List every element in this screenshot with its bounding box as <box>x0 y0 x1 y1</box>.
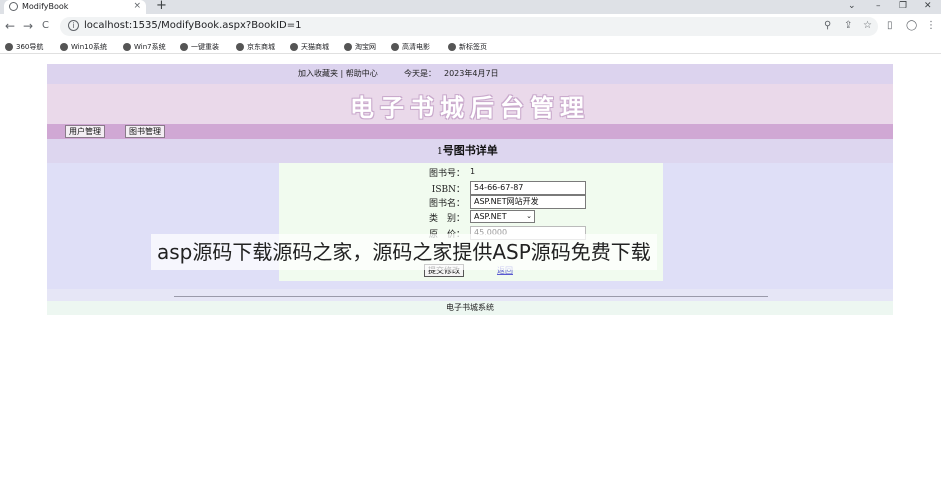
bookmark-icon <box>290 43 298 51</box>
bookmark-icon <box>344 43 352 51</box>
profile-icon[interactable]: ◯ <box>906 20 917 31</box>
form-title: 1号图书详单 <box>437 144 498 157</box>
tab-close-icon[interactable]: × <box>133 0 141 13</box>
form-title-bar: 1号图书详单 <box>47 139 893 163</box>
globe-icon <box>9 2 18 11</box>
bookmark-icon <box>448 43 456 51</box>
bookmark-item[interactable]: Win7系统 <box>123 40 166 54</box>
bookmark-item[interactable]: 新标签页 <box>448 40 487 54</box>
address-bar[interactable]: i localhost:1535/ModifyBook.aspx?BookID=… <box>60 17 878 36</box>
today-label: 今天是： <box>404 69 436 78</box>
bookmark-icon <box>60 43 68 51</box>
banner: 电子书城后台管理 <box>47 84 893 124</box>
star-icon[interactable]: ☆ <box>863 20 872 31</box>
maximize-button[interactable]: ❐ <box>899 0 907 13</box>
book-management-button[interactable]: 图书管理 <box>125 125 165 138</box>
book-id-value: 1 <box>470 167 476 176</box>
close-window-button[interactable]: ✕ <box>924 0 932 13</box>
forward-button[interactable]: → <box>23 19 33 33</box>
top-nav: 加入收藏夹 | 帮助中心 今天是： 2023年4月7日 <box>47 64 893 84</box>
tab-title: ModifyBook <box>22 2 69 11</box>
bookmark-item[interactable]: 天猫商城 <box>290 40 329 54</box>
category-select[interactable]: ASP.NET ⌄ <box>470 210 535 223</box>
bookmarks-bar: 360导航 Win10系统 Win7系统 一键重装 京东商城 天猫商城 淘宝网 … <box>0 40 941 54</box>
current-date: 2023年4月7日 <box>444 69 499 78</box>
bookmark-item[interactable]: 360导航 <box>5 40 43 54</box>
menu-bar: 用户管理 图书管理 <box>47 124 893 139</box>
bookmark-item[interactable]: Win10系统 <box>60 40 107 54</box>
bookmark-item[interactable]: 一键重装 <box>180 40 219 54</box>
bookmark-item[interactable]: 淘宝网 <box>344 40 376 54</box>
tab-bar: ModifyBook × + ⌄ – ❐ ✕ <box>0 0 941 14</box>
footer-band <box>47 289 893 301</box>
sidebar-icon[interactable]: ▯ <box>887 20 893 31</box>
book-name-label: 图书名： <box>428 199 465 209</box>
footer: 电子书城系统 <box>47 301 893 315</box>
bookmark-icon <box>5 43 13 51</box>
bookmark-icon <box>391 43 399 51</box>
bookmark-icon <box>236 43 244 51</box>
info-icon[interactable]: i <box>68 20 79 31</box>
banner-title: 电子书城后台管理 <box>350 93 590 122</box>
isbn-label: ISBN： <box>431 185 465 195</box>
url-text[interactable]: localhost:1535/ModifyBook.aspx?BookID=1 <box>84 20 301 31</box>
watermark-caption: asp源码下载源码之家，源码之家提供ASP源码免费下载 <box>151 234 657 270</box>
page-content: 加入收藏夹 | 帮助中心 今天是： 2023年4月7日 电子书城后台管理 用户管… <box>47 64 893 319</box>
back-button[interactable]: ← <box>5 19 15 33</box>
browser-toolbar: ← → C i localhost:1535/ModifyBook.aspx?B… <box>0 14 941 40</box>
share-icon[interactable]: ⇪ <box>844 20 852 31</box>
footer-divider <box>174 296 768 297</box>
bookmark-icon <box>123 43 131 51</box>
isbn-input[interactable]: 54-66-67-87 <box>470 181 586 195</box>
minimize-button[interactable]: – <box>876 0 881 13</box>
content-area: 图书号： 1 ISBN： 54-66-67-87 图书名： ASP.NET网站开… <box>47 163 893 289</box>
browser-tab[interactable]: ModifyBook × <box>4 0 146 14</box>
bookmark-icon <box>180 43 188 51</box>
book-id-label: 图书号： <box>428 169 465 179</box>
tab-search-icon[interactable]: ⌄ <box>848 0 856 13</box>
new-tab-button[interactable]: + <box>156 0 167 13</box>
bookmark-item[interactable]: 高清电影 <box>391 40 430 54</box>
zoom-icon[interactable]: ⚲ <box>824 20 831 31</box>
reload-button[interactable]: C <box>42 20 49 31</box>
user-management-button[interactable]: 用户管理 <box>65 125 105 138</box>
menu-icon[interactable]: ⋮ <box>926 20 936 31</box>
chevron-down-icon: ⌄ <box>526 212 532 220</box>
category-label: 类 别： <box>428 214 465 224</box>
top-links[interactable]: 加入收藏夹 | 帮助中心 <box>298 64 378 84</box>
book-name-input[interactable]: ASP.NET网站开发 <box>470 195 586 209</box>
bookmark-item[interactable]: 京东商城 <box>236 40 275 54</box>
